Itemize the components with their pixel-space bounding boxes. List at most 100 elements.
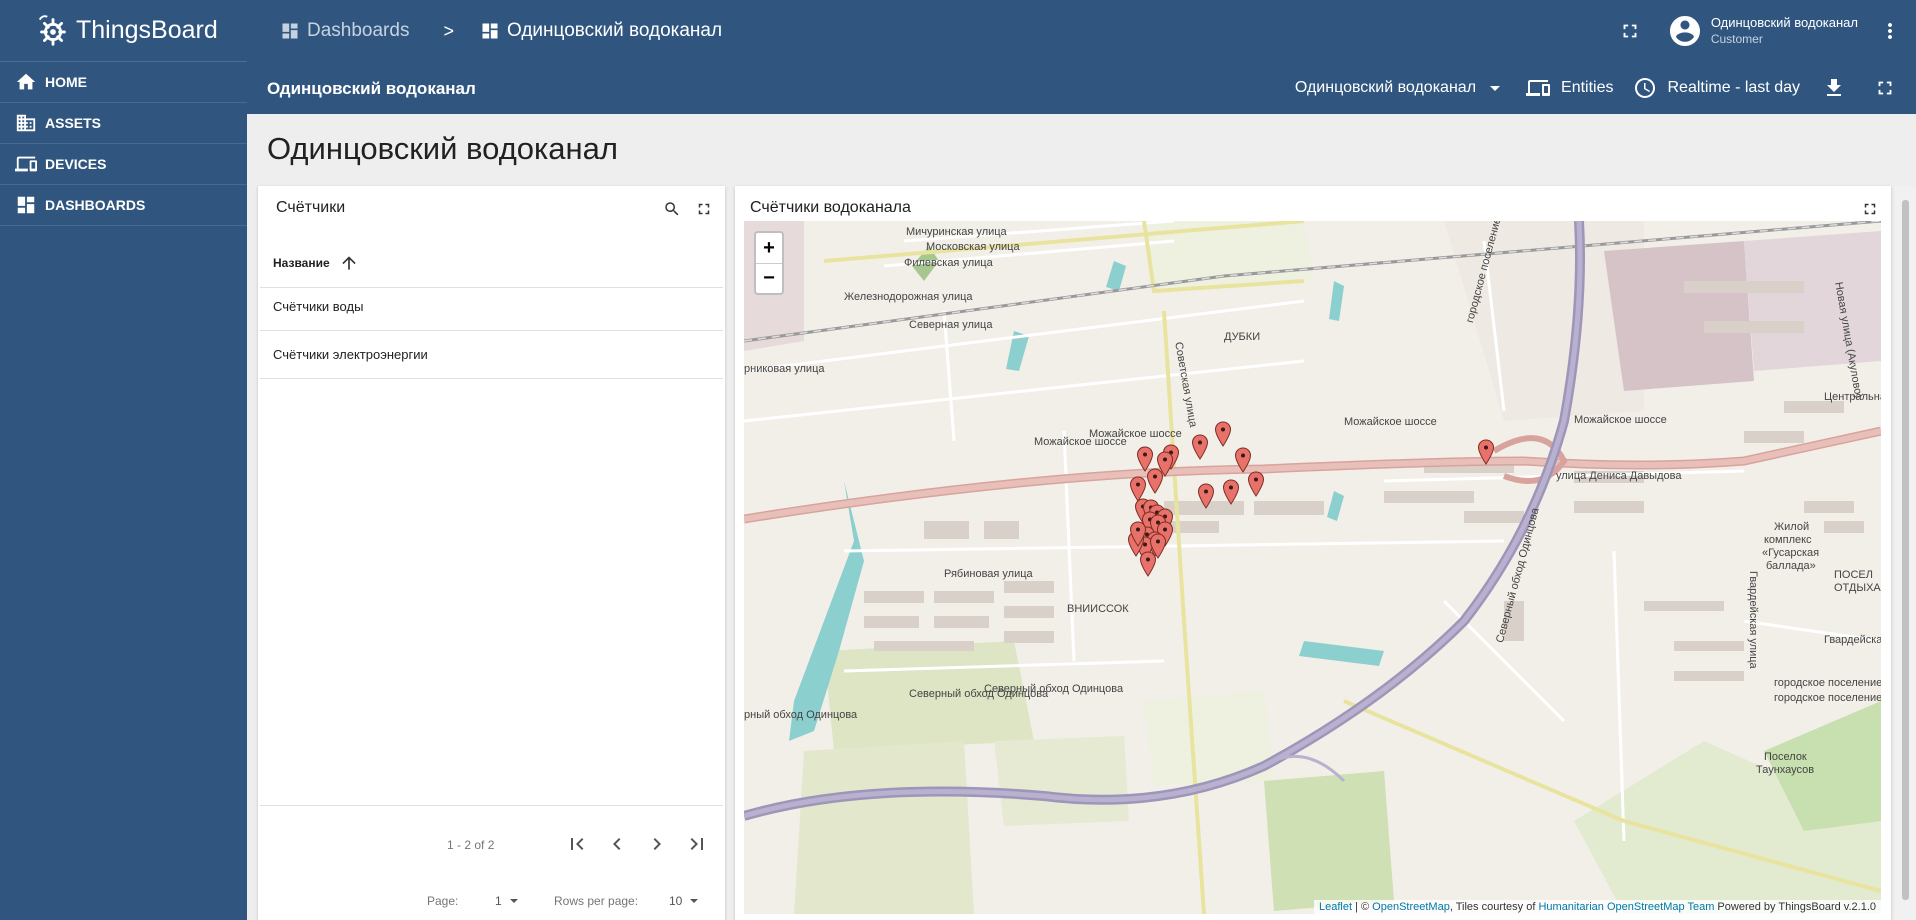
dashboard-toolbar: Одинцовский водоканал Одинцовский водока…: [247, 62, 1916, 114]
clock-icon: [1634, 78, 1655, 98]
dashboards-icon: [282, 23, 298, 39]
thingsboard-logo-icon: [38, 14, 66, 46]
sidebar-item-label: ASSETS: [45, 115, 102, 131]
next-page-icon[interactable]: [645, 832, 669, 856]
attribution-tiles: , Tiles courtesy of: [1449, 901, 1539, 913]
entities-icon: [1526, 80, 1551, 96]
sidebar: ThingsBoard HOME ASSETS DEVICES DASHBOAR…: [0, 0, 247, 920]
zoom-control: + −: [754, 231, 784, 295]
map-label: Северная улица: [909, 319, 993, 331]
map-label: Таунхаусов: [1756, 764, 1815, 776]
map-marker-icon[interactable]: [1222, 479, 1240, 505]
map-label: «Гусарская: [1762, 547, 1820, 559]
top-header: Dashboards > Одинцовский водоканал Одинц…: [247, 0, 1916, 62]
breadcrumb-label: Dashboards: [307, 20, 410, 41]
zoom-out-button[interactable]: −: [756, 263, 782, 293]
map-label: ВНИИССОК: [1067, 603, 1129, 615]
last-page-icon[interactable]: [685, 832, 709, 856]
user-info[interactable]: Одинцовский водоканал Customer: [1711, 14, 1858, 48]
map-label: Мичуринская улица: [906, 226, 1007, 238]
hot-link[interactable]: Humanitarian OpenStreetMap Team: [1538, 901, 1714, 913]
fullscreen-icon[interactable]: [1861, 200, 1879, 218]
breadcrumb-dashboards[interactable]: Dashboards: [280, 20, 409, 42]
breadcrumb-label: Одинцовский водоканал: [506, 20, 723, 41]
breadcrumb-current: Одинцовский водоканал: [480, 20, 722, 42]
map-marker-icon[interactable]: [1191, 434, 1209, 460]
map-marker-icon[interactable]: [1197, 483, 1215, 509]
map-label: городское поселение Одинцово: [1774, 677, 1881, 689]
more-vert-icon[interactable]: [1878, 19, 1902, 43]
table-row[interactable]: Счётчики электроэнергии: [260, 331, 723, 379]
widget-title: Счётчики: [276, 199, 346, 216]
map-label: Гвардейская улица: [1824, 634, 1881, 646]
column-header-name[interactable]: Название: [260, 238, 723, 288]
map-marker-icon[interactable]: [1156, 451, 1174, 477]
arrow-up-icon: [341, 255, 356, 270]
breadcrumb-separator: >: [443, 20, 454, 41]
map-label: ПОСЕЛ: [1834, 569, 1873, 581]
account-circle-icon[interactable]: [1667, 13, 1703, 49]
map-marker-icon[interactable]: [1234, 447, 1252, 473]
brand-logo[interactable]: ThingsBoard: [0, 0, 247, 62]
sidebar-item-label: DASHBOARDS: [45, 197, 146, 213]
map-marker-icon[interactable]: [1247, 471, 1265, 497]
page-select[interactable]: 1: [495, 894, 518, 908]
fullscreen-icon[interactable]: [695, 200, 713, 218]
map-label: рниковая улица: [744, 363, 825, 375]
map-label: Московская улица: [926, 241, 1020, 253]
map-label: Гвардейская улица: [1747, 571, 1759, 669]
map-label: комплекс: [1764, 534, 1812, 546]
map-label: Рябиновая улица: [944, 568, 1033, 580]
map-marker-icon[interactable]: [1214, 421, 1232, 447]
map-label: Можайское шоссе: [1034, 436, 1127, 448]
entities-label: Entities: [1561, 79, 1614, 96]
dashboard-icon: [482, 23, 498, 39]
sidebar-item-label: HOME: [45, 74, 87, 90]
meters-table-widget: Счётчики Название Счётчики воды Счётчики…: [258, 186, 725, 920]
page-title: Одинцовский водоканал: [267, 131, 618, 166]
page-select-value: 1: [495, 894, 502, 908]
first-page-icon[interactable]: [565, 832, 589, 856]
page-label: Page:: [427, 894, 459, 908]
fullscreen-icon[interactable]: [1874, 77, 1896, 99]
column-header-label: Название: [273, 255, 330, 270]
rows-per-page-select[interactable]: 10: [669, 894, 699, 908]
table-paginator: 1 - 2 of 2 Page: 1 Rows per page: 10: [260, 805, 723, 920]
attribution-sep: | ©: [1352, 901, 1373, 913]
powered-by: Powered by ThingsBoard v.2.1.0: [1717, 901, 1876, 913]
dashboard-state-select[interactable]: Одинцовский водоканал: [1294, 79, 1501, 97]
previous-page-icon[interactable]: [605, 832, 629, 856]
map-canvas[interactable]: + − Мичуринская улица Московская улица Фил…: [744, 221, 1881, 914]
osm-link[interactable]: OpenStreetMap: [1372, 901, 1450, 913]
dashboards-icon: [17, 196, 35, 214]
scrollbar-thumb[interactable]: [1902, 200, 1909, 900]
dropdown-caret-icon: [509, 899, 518, 903]
sidebar-item-home[interactable]: HOME: [0, 62, 247, 103]
map-label: Железнодорожная улица: [844, 291, 973, 303]
leaflet-link[interactable]: Leaflet: [1319, 901, 1352, 913]
sidebar-item-devices[interactable]: DEVICES: [0, 144, 247, 185]
zoom-in-button[interactable]: +: [756, 233, 782, 263]
page-scrollbar[interactable]: [1895, 186, 1916, 920]
sidebar-item-assets[interactable]: ASSETS: [0, 103, 247, 144]
search-icon[interactable]: [663, 200, 681, 218]
map-marker-icon[interactable]: [1129, 521, 1147, 547]
state-select-value: Одинцовский водоканал: [1294, 79, 1477, 96]
sidebar-item-dashboards[interactable]: DASHBOARDS: [0, 185, 247, 226]
map-label: Северный обход Одинцова: [909, 688, 1049, 700]
rows-per-page-value: 10: [669, 894, 683, 908]
map-label: баллада»: [1766, 560, 1816, 572]
entities-button[interactable]: Entities: [1526, 76, 1614, 100]
map-label: ДУБКИ: [1224, 331, 1261, 343]
fullscreen-icon[interactable]: [1619, 20, 1641, 42]
map-marker-icon[interactable]: [1149, 533, 1167, 559]
timewindow-button[interactable]: Realtime - last day: [1633, 76, 1801, 100]
brand-name: ThingsBoard: [76, 16, 218, 44]
download-icon[interactable]: [1822, 76, 1846, 100]
timewindow-label: Realtime - last day: [1667, 79, 1801, 96]
map-label: Поселок: [1764, 751, 1807, 763]
map-marker-icon[interactable]: [1477, 439, 1495, 465]
range-label: 1 - 2 of 2: [447, 838, 495, 852]
table-row[interactable]: Счётчики воды: [260, 283, 723, 331]
rows-per-page-label: Rows per page:: [554, 894, 639, 908]
